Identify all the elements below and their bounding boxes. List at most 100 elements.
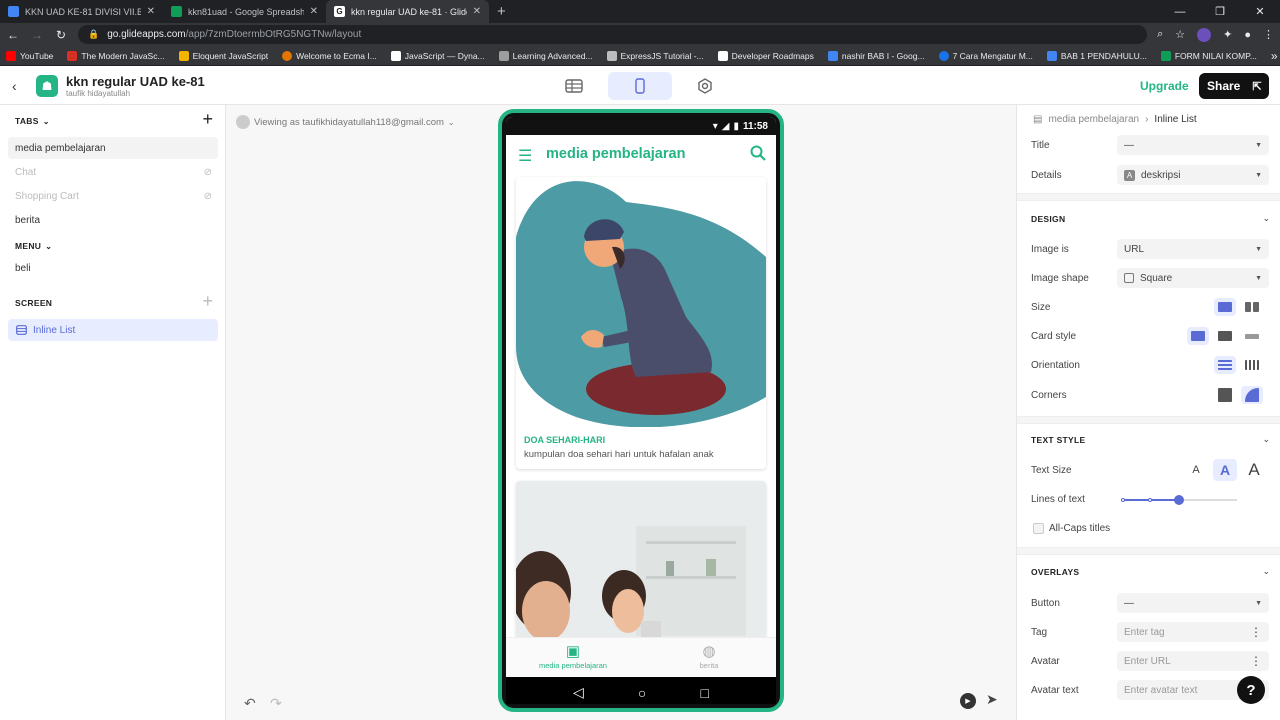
chevron-down-icon[interactable]: ⌄ — [1262, 434, 1270, 445]
text-size-large-button[interactable]: A — [1242, 459, 1266, 481]
lines-slider-knob[interactable] — [1174, 495, 1184, 505]
layout-editor-button[interactable] — [608, 72, 672, 100]
zoom-icon[interactable]: ⌕ — [1157, 28, 1163, 41]
cursor-icon[interactable]: ➤ — [986, 691, 998, 708]
breadcrumb-parent[interactable]: media pembelajaran — [1048, 114, 1139, 125]
bottom-nav-media-pembelajaran[interactable]: ▣ media pembelajaran — [528, 642, 618, 670]
add-tab-button[interactable]: + — [202, 109, 213, 130]
bookmark[interactable]: FORM NILAI KOMP... — [1160, 50, 1257, 61]
image-shape-select[interactable]: Square ▼ — [1117, 268, 1269, 288]
bookmark[interactable]: Learning Advanced... — [498, 50, 593, 61]
browser-tab[interactable]: kkn81uad - Google Spreadsheet ✕ — [163, 0, 326, 23]
menu-section-head[interactable]: MENU ⌄ — [15, 241, 52, 251]
android-home-icon[interactable]: ○ — [638, 685, 646, 701]
button-select[interactable]: — ▼ — [1117, 593, 1269, 613]
details-select[interactable]: A deskripsi ▼ — [1117, 165, 1269, 185]
close-icon[interactable]: ✕ — [147, 6, 155, 17]
canvas: Viewing as taufikhidayatullah118@gmail.c… — [226, 105, 1016, 720]
bookmark[interactable]: 7 Cara Mengatur M... — [938, 50, 1033, 61]
play-icon[interactable]: ▶ — [960, 693, 976, 709]
card-title: DOA SEHARI-HARI — [524, 435, 606, 445]
tab-chat[interactable]: Chat ⊘ — [8, 161, 218, 183]
bottom-nav-berita[interactable]: ◍ berita — [664, 642, 754, 670]
url-input[interactable]: 🔒 go.glideapps.com/app/7zmDtoermbOtRG5NG… — [78, 25, 1148, 44]
browser-tab[interactable]: KKN UAD KE-81 DIVISI VII.B.2 - G ✕ — [0, 0, 163, 23]
bookmark[interactable]: ExpressJS Tutorial -... — [606, 50, 704, 61]
card-style-a-button[interactable] — [1187, 327, 1209, 345]
bookmark[interactable]: The Modern JavaSc... — [67, 50, 165, 61]
tab-media-pembelajaran[interactable]: media pembelajaran — [8, 137, 218, 159]
browser-tab-active[interactable]: G kkn regular UAD ke-81 · Glide ✕ — [326, 0, 489, 23]
restore-icon[interactable]: ❐ — [1200, 5, 1240, 18]
tabs-section-head[interactable]: TABS ⌄ — [15, 116, 50, 126]
bookmark[interactable]: Developer Roadmaps — [717, 50, 814, 61]
more-bookmarks-icon[interactable]: » — [1271, 49, 1278, 63]
tab-shopping-cart[interactable]: Shopping Cart ⊘ — [8, 185, 218, 207]
chevron-down-icon[interactable]: ⌄ — [1262, 566, 1270, 577]
card-style-b-button[interactable] — [1214, 327, 1236, 345]
orientation-vertical-button[interactable] — [1214, 356, 1236, 374]
bookmark[interactable]: nashir BAB I - Goog... — [827, 50, 925, 61]
eye-off-icon[interactable]: ⊘ — [204, 167, 212, 178]
corners-square-button[interactable] — [1214, 386, 1236, 404]
list-card[interactable]: DOA SEHARI-HARI kumpulan doa sehari hari… — [516, 177, 766, 469]
search-icon[interactable] — [750, 145, 766, 161]
redo-icon[interactable]: ↷ — [270, 695, 282, 712]
size-large-button[interactable] — [1214, 298, 1236, 316]
forward-icon[interactable]: → — [30, 28, 44, 42]
eye-off-icon[interactable]: ⊘ — [204, 191, 212, 202]
menu-icon[interactable]: ⋮ — [1263, 28, 1274, 41]
title-select[interactable]: — ▼ — [1117, 135, 1269, 155]
orientation-horizontal-button[interactable] — [1241, 356, 1263, 374]
extension-icon[interactable] — [1197, 27, 1212, 42]
reload-icon[interactable]: ↻ — [54, 28, 68, 42]
image-is-value: URL — [1124, 243, 1145, 255]
star-icon[interactable]: ☆ — [1175, 28, 1185, 41]
url-host: go.glideapps.com — [107, 29, 186, 40]
settings-button[interactable] — [673, 72, 737, 100]
card-image-praying — [516, 177, 766, 428]
close-icon[interactable]: ✕ — [473, 6, 481, 17]
add-component-button[interactable]: + — [202, 291, 213, 312]
tag-input[interactable]: Enter tag ⋮ — [1117, 622, 1269, 642]
kebab-menu-icon[interactable]: ⋮ — [1250, 654, 1262, 668]
kebab-menu-icon[interactable]: ⋮ — [1250, 625, 1262, 639]
bookmark[interactable]: BAB 1 PENDAHULU... — [1046, 50, 1147, 61]
text-size-small-button[interactable]: A — [1184, 459, 1208, 481]
bookmark[interactable]: Welcome to Ecma I... — [282, 50, 377, 61]
bookmark[interactable]: JavaScript — Dyna... — [390, 50, 485, 61]
share-button[interactable]: Share ⇱ — [1199, 73, 1269, 99]
menu-item-beli[interactable]: beli — [8, 257, 218, 279]
bookmark[interactable]: Eloquent JavaScript — [178, 50, 268, 61]
back-icon[interactable]: ← — [6, 28, 20, 42]
upgrade-link[interactable]: Upgrade — [1140, 79, 1189, 93]
data-editor-button[interactable] — [542, 72, 606, 100]
profile-icon[interactable]: ● — [1244, 29, 1251, 41]
close-icon[interactable]: ✕ — [310, 6, 318, 17]
android-nav-bar: ◁ ○ □ — [506, 677, 776, 704]
app-logo: ☗ — [36, 75, 58, 97]
android-back-icon[interactable]: ◁ — [573, 684, 584, 701]
text-size-medium-button[interactable]: A — [1213, 459, 1237, 481]
component-inline-list[interactable]: Inline List — [8, 319, 218, 341]
size-small-button[interactable] — [1241, 298, 1263, 316]
hamburger-menu-icon[interactable]: ☰ — [518, 146, 532, 166]
back-icon[interactable]: ‹ — [12, 78, 17, 94]
android-recents-icon[interactable]: □ — [700, 685, 708, 701]
minimize-icon[interactable]: — — [1160, 6, 1200, 18]
help-button[interactable]: ? — [1237, 676, 1265, 704]
undo-icon[interactable]: ↶ — [244, 695, 256, 712]
card-style-c-button[interactable] — [1241, 327, 1263, 345]
bookmark[interactable]: YouTube — [6, 50, 53, 61]
list-card[interactable] — [516, 481, 766, 641]
chevron-down-icon[interactable]: ⌄ — [1262, 213, 1270, 224]
close-window-icon[interactable]: ✕ — [1240, 5, 1280, 18]
corners-rounded-button[interactable] — [1241, 386, 1263, 404]
viewing-as-selector[interactable]: Viewing as taufikhidayatullah118@gmail.c… — [236, 115, 455, 129]
avatar-input[interactable]: Enter URL ⋮ — [1117, 651, 1269, 671]
tab-berita[interactable]: berita — [8, 209, 218, 231]
image-is-select[interactable]: URL ▼ — [1117, 239, 1269, 259]
all-caps-checkbox[interactable] — [1033, 523, 1044, 534]
puzzle-icon[interactable]: ✦ — [1223, 28, 1232, 41]
new-tab-button[interactable]: + — [489, 3, 514, 23]
